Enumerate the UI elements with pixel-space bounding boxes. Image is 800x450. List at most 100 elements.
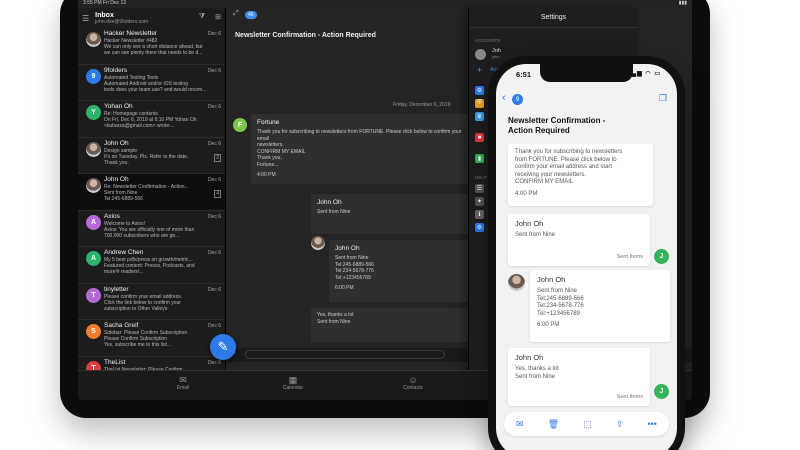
tab-contacts[interactable]: ☺ Contacts <box>383 375 443 391</box>
settings-icon: ℹ <box>475 210 484 219</box>
message-line: Sent from Nine <box>537 288 578 294</box>
sender-photo <box>86 141 101 157</box>
folder-label: Sent Items <box>616 393 643 400</box>
settings-icon: ⚙ <box>475 223 484 232</box>
date-separator: Friday, December 6, 2019 <box>393 102 451 108</box>
mail-date: Dec 6 <box>207 213 221 220</box>
message-card[interactable]: John Oh Sent from Nine <box>311 194 471 234</box>
settings-icon: ♛ <box>475 112 484 121</box>
mail-preview: <kubarza@gmail.com> wrote:... <box>104 123 175 129</box>
sender-avatar: A <box>86 214 101 230</box>
message-sender: John Oh <box>335 245 360 252</box>
mail-list-item[interactable]: S Sacha Greif Sidebar: Please Confirm Subs… <box>78 320 225 357</box>
message-sender: John Oh <box>537 275 566 284</box>
mail-list-item[interactable]: Ttinyletter Please confirm your email add… <box>78 284 225 320</box>
more-icon[interactable]: ••• <box>647 419 656 429</box>
mail-sender: tinyletter <box>104 285 129 293</box>
thread-subject: Newsletter Confirmation - Action Require… <box>235 32 376 39</box>
message-time: 4:00 PM <box>257 172 276 178</box>
tab-calendar[interactable]: ▦ Calendar <box>263 375 323 391</box>
contacts-icon: ☺ <box>408 375 418 385</box>
mail-preview: Tel:245-6889-566 <box>104 196 143 202</box>
iphone-screen: 6:51 ▂▄▆ ◠ ▭ ‹ 9 ❐ Newsletter Confirmati… <box>496 64 677 450</box>
mail-preview: tools does your team use? and would reco… <box>104 86 207 93</box>
mail-list-item[interactable]: John Oh Re: Newsletter Confirmation - Act… <box>78 174 225 211</box>
message-card[interactable]: Yes, thanks a lot Sent from Nine <box>311 308 471 342</box>
mail-date: Dec 6 <box>207 323 221 329</box>
notch <box>540 64 633 82</box>
mail-list-item[interactable]: Hacker Newsletter Hacker Newsletter #482 W… <box>78 28 225 65</box>
message-card[interactable]: John Oh Sent from Nine Sent Items <box>508 214 650 266</box>
mail-date: Dec 6 <box>207 250 221 256</box>
message-line: Tel:245-6889-566 <box>537 295 584 302</box>
mail-date: Dec 6 <box>207 31 221 37</box>
compose-button[interactable]: ✎ <box>210 334 236 360</box>
mail-sender: Andrew Chen <box>104 249 144 256</box>
tab-label: Calendar <box>282 385 304 391</box>
mail-preview: subscription to Other Valleys: <box>104 305 169 312</box>
mail-sender: Yohan Oh <box>104 103 133 110</box>
message-sender: Fortune <box>257 119 280 126</box>
iphone-device: 6:51 ▂▄▆ ◠ ▭ ‹ 9 ❐ Newsletter Confirmati… <box>488 56 685 450</box>
message-sender: John Oh <box>515 219 544 228</box>
message-line: Sent from Nine <box>317 209 351 215</box>
settings-icon: ▮ <box>475 154 484 163</box>
thread-count: 4 <box>214 190 221 198</box>
message-sender: John Oh <box>317 199 342 206</box>
message-action-toolbar: ✉ 🗑 ⬚ ⇪ ••• <box>504 412 669 436</box>
mail-icon[interactable]: ✉ <box>516 419 524 430</box>
settings-icon: ⚙ <box>475 86 484 95</box>
filter-icon[interactable]: ⧩ <box>199 13 205 21</box>
mail-sender: 9folders <box>104 66 128 74</box>
sender-photo <box>86 178 101 193</box>
message-card[interactable]: John Oh Sent from Nine Tel:245-6889-566 … <box>530 270 670 342</box>
trash-icon[interactable]: 🗑 <box>548 419 559 430</box>
mail-icon: ✉ <box>179 375 187 385</box>
thread-view-icon[interactable]: ❐ <box>659 93 667 104</box>
message-card[interactable]: Thank you for subscribing to newsletters… <box>508 144 653 206</box>
menu-icon[interactable]: ☰ <box>82 14 89 23</box>
message-line: from FORTUNE. Please click below to <box>515 156 617 163</box>
edit-mode-icon[interactable]: ⊞ <box>215 13 221 21</box>
mailbox-title: Inbox <box>95 11 114 19</box>
mail-date: Dec 6 <box>207 177 221 183</box>
ipad-status-bar: 3:55 PM Fri Dec 13 ▮▮▮ <box>78 0 692 8</box>
message-card[interactable]: John Oh Sent from Nine Tel:245-6889-566 … <box>329 240 471 302</box>
message-line: Sent from Nine <box>515 373 556 380</box>
settings-icon: ✦ <box>475 197 484 206</box>
mail-list-item[interactable]: A Axios Welcome to Axios! Axios: You are of… <box>78 211 225 247</box>
message-line: Thank you for subscribing to newsletters… <box>257 129 462 142</box>
message-line: Fortune... <box>257 161 279 168</box>
mail-date: Dec 6 <box>207 140 221 147</box>
archive-icon[interactable]: ⬚ <box>583 419 592 430</box>
mail-sender: John Oh <box>104 139 129 147</box>
message-line: Sent from Nine <box>515 232 556 238</box>
back-chevron-icon[interactable]: ‹ <box>502 92 506 104</box>
sender-photo <box>86 32 101 47</box>
message-card[interactable]: Fortune Thank you for subscribing to new… <box>251 114 471 184</box>
quick-reply-input[interactable] <box>245 350 445 359</box>
tab-email[interactable]: ✉ Email <box>153 375 213 391</box>
mail-list-header: ☰ Inbox john.doe@9folders.com ⧩ ⊞ <box>78 8 225 28</box>
mail-rows: Hacker Newsletter Hacker Newsletter #482 W… <box>78 28 225 393</box>
account-email: john.doe@9folders.com <box>95 18 149 25</box>
back-count-badge[interactable]: 9 <box>512 94 523 105</box>
section-header: ACCOUNTS <box>475 38 501 43</box>
sender-photo <box>508 274 525 291</box>
mail-list-item[interactable]: A Andrew Chen My 5 best pdfs/press on grow… <box>78 247 225 284</box>
expand-icon[interactable]: ⤢ <box>233 10 239 18</box>
message-line: CONFIRM MY EMAIL <box>515 179 574 185</box>
move-folder-icon[interactable]: ⇪ <box>616 419 624 430</box>
message-card[interactable]: John Oh Yes, thanks a lot Sent from Nine… <box>508 348 650 406</box>
mail-list-item[interactable]: Y Yohan Oh Re: Homepage contents On Fri, De… <box>78 101 225 138</box>
message-sender: John Oh <box>515 353 544 362</box>
marketing-scene: 3:55 PM Fri Dec 13 ▮▮▮ ☰ Inbox john.doe@… <box>0 0 800 450</box>
mail-list-item[interactable]: John Oh Design sample It's on Tuesday. Pls… <box>78 138 225 174</box>
message-line: Tel:+123456789 <box>537 310 580 317</box>
message-line: Thank you for subscribing to newsletters <box>515 149 623 155</box>
sender-photo <box>311 236 325 250</box>
sender-avatar: J <box>654 384 669 399</box>
message-line: Sent from Nine <box>317 318 351 325</box>
thread-count-badge: 46 <box>245 11 257 19</box>
mail-list-item[interactable]: 9 9folders Automated Testing Tools Automate… <box>78 65 225 101</box>
